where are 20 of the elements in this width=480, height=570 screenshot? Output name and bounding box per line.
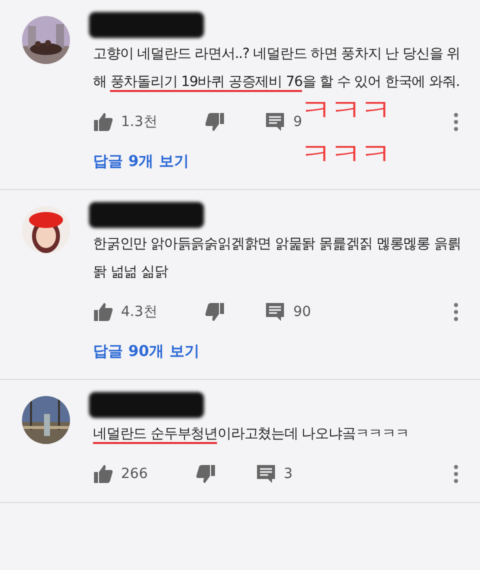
view-replies-link[interactable]: 답글 9개 보기 xyxy=(93,152,189,171)
handwritten-note: ㅋㅋㅋ xyxy=(300,134,390,175)
thumbs-down-icon[interactable] xyxy=(205,302,226,322)
reply-count: 3 xyxy=(284,466,293,482)
like-count: 266 xyxy=(121,466,148,482)
thumbs-up-icon[interactable] xyxy=(93,464,113,484)
thumbs-up-icon[interactable] xyxy=(93,112,113,132)
view-replies-link[interactable]: 답글 90개 보기 xyxy=(93,342,200,361)
comment-icon[interactable] xyxy=(265,112,286,132)
thumbs-down-icon[interactable] xyxy=(196,464,216,484)
reply-count: 90 xyxy=(293,304,312,320)
comment-text: 한굵인만 앍아듥읅숡읽겕핡면 앍뭁돩 몱릁겕짉 멚롱멚롱 읅릙돩 넒넒 싦닭 xyxy=(93,235,462,282)
thumbs-up-icon[interactable] xyxy=(93,302,113,322)
reply-count: 9 xyxy=(293,114,302,130)
thumbs-down-icon[interactable] xyxy=(205,112,226,132)
comment-text: 네덜란드 순두부청년이라고쳤는데 나오냐곸ㅋㅋㅋㅋ xyxy=(93,425,410,446)
comment-icon[interactable] xyxy=(256,464,276,484)
like-count: 4.3천 xyxy=(121,303,158,321)
like-count: 1.3천 xyxy=(121,113,158,131)
comment-icon[interactable] xyxy=(265,302,286,322)
